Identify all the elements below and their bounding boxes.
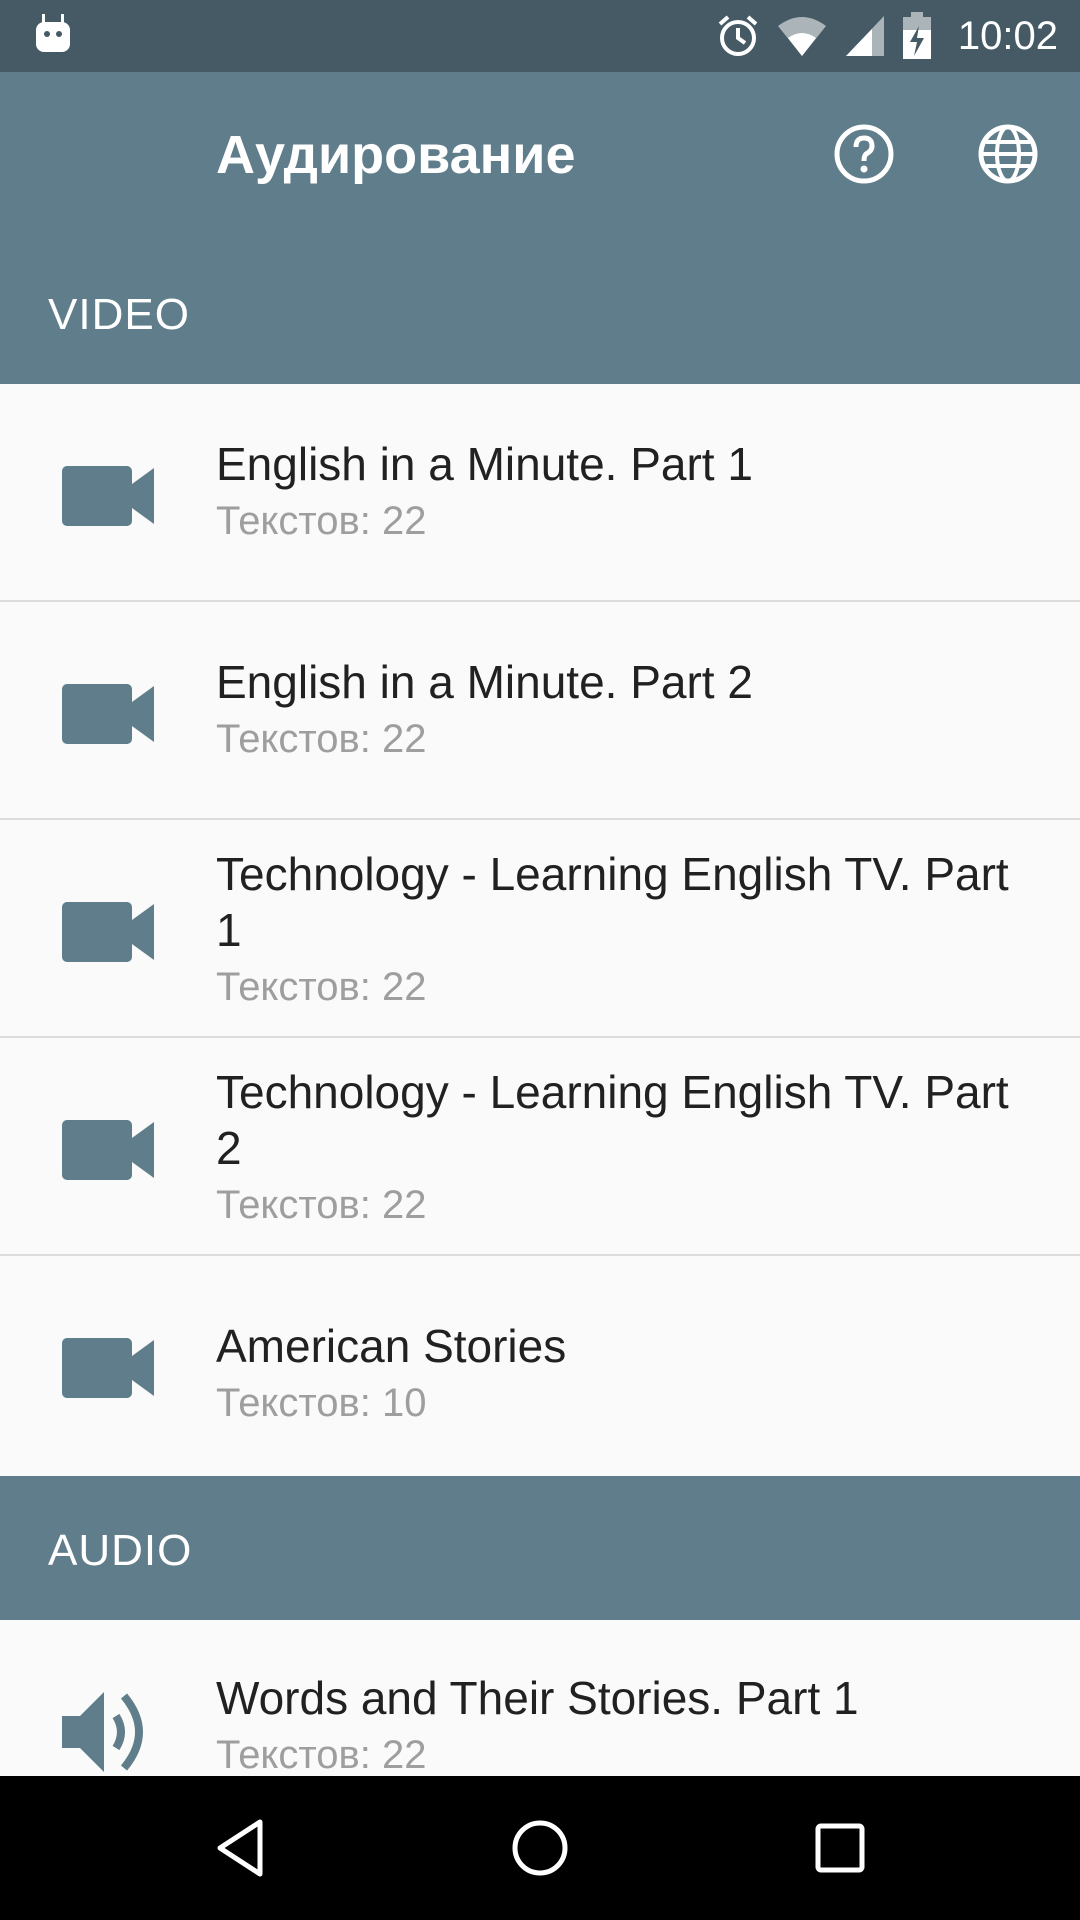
help-icon[interactable] <box>832 122 896 186</box>
page-title: Аудирование <box>216 125 576 185</box>
wifi-icon <box>777 17 826 56</box>
item-title: Words and Their Stories. Part 1 <box>216 1672 859 1724</box>
item-title: Technology - Learning English TV. Part 2 <box>216 1066 1009 1174</box>
videocam-icon <box>62 1338 154 1398</box>
app-bar: Аудирование VIDEO <box>0 72 1080 384</box>
section-header-audio: AUDIO <box>48 1526 193 1575</box>
alarm-icon <box>718 15 758 56</box>
item-title: English in a Minute. Part 2 <box>216 656 753 708</box>
system-nav-bar <box>0 1776 1080 1920</box>
item-subtitle: Текстов: 22 <box>216 717 427 761</box>
videocam-icon <box>62 466 154 526</box>
item-subtitle: Текстов: 22 <box>216 1733 427 1776</box>
status-bar: 10:02 <box>0 0 1080 72</box>
signal-icon <box>845 16 884 56</box>
android-debug-icon <box>36 14 70 52</box>
list-item-audio[interactable]: Words and Their Stories. Part 1 Текстов:… <box>0 1620 1080 1776</box>
volume-icon <box>62 1692 143 1772</box>
item-title: English in a Minute. Part 1 <box>216 438 753 490</box>
list-item-video[interactable]: Technology - Learning English TV. Part 1… <box>0 820 1080 1038</box>
item-title: American Stories <box>216 1320 567 1372</box>
list-item-video[interactable]: English in a Minute. Part 2 Текстов: 22 <box>0 602 1080 820</box>
videocam-icon <box>62 902 154 962</box>
list-item-video[interactable]: American Stories Текстов: 10 <box>0 1256 1080 1476</box>
item-title: Technology - Learning English TV. Part 1 <box>216 848 1009 956</box>
videocam-icon <box>62 684 154 744</box>
item-subtitle: Текстов: 10 <box>216 1381 427 1425</box>
item-subtitle: Текстов: 22 <box>216 965 427 1009</box>
clock: 10:02 <box>957 13 1058 58</box>
recents-icon[interactable] <box>808 1816 872 1880</box>
section-header-audio-bar: AUDIO <box>0 1476 1080 1620</box>
back-icon[interactable] <box>208 1816 272 1880</box>
home-icon[interactable] <box>508 1816 572 1880</box>
globe-icon[interactable] <box>976 122 1040 186</box>
section-header-video: VIDEO <box>48 290 190 339</box>
list-item-video[interactable]: English in a Minute. Part 1 Текстов: 22 <box>0 384 1080 602</box>
list-item-video[interactable]: Technology - Learning English TV. Part 2… <box>0 1038 1080 1256</box>
battery-charging-icon <box>902 12 931 59</box>
videocam-icon <box>62 1120 154 1180</box>
item-subtitle: Текстов: 22 <box>216 1183 427 1227</box>
item-subtitle: Текстов: 22 <box>216 499 427 543</box>
